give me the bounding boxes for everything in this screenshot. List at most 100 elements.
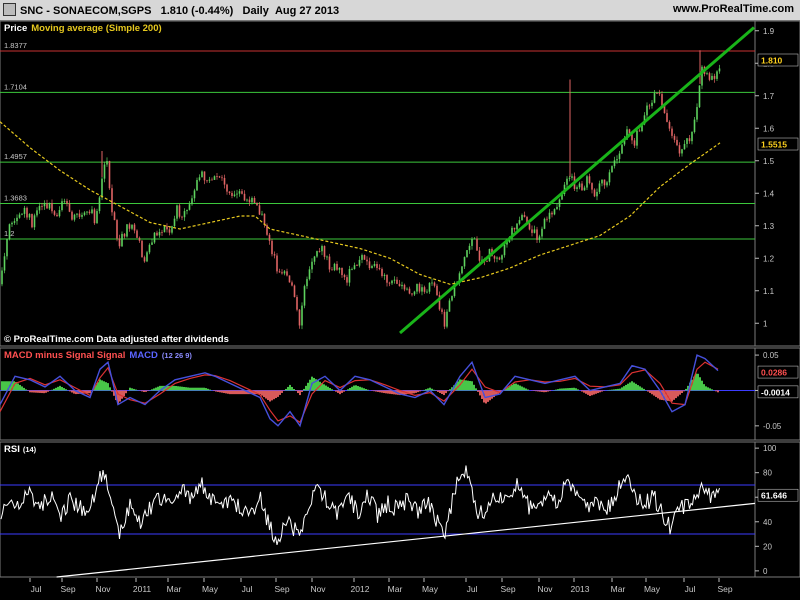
- price-candle-body: [71, 211, 73, 220]
- macd-histogram-bar: [185, 387, 187, 391]
- macd-histogram-bar: [471, 381, 473, 391]
- price-candle-body: [253, 198, 256, 203]
- macd-histogram-bar: [123, 390, 125, 396]
- macd-histogram-bar: [655, 390, 657, 397]
- price-level-label: 1.7104: [4, 82, 27, 91]
- price-candle-body: [256, 202, 258, 206]
- macd-histogram-bar: [129, 387, 131, 391]
- price-candle-body: [383, 274, 386, 276]
- price-candle-body: [546, 218, 548, 220]
- macd-histogram-bar: [233, 390, 235, 395]
- macd-histogram-bar: [237, 390, 239, 395]
- price-candle-body: [261, 213, 263, 215]
- price-candle-body: [523, 215, 526, 217]
- price-candle-body: [476, 238, 478, 251]
- macd-histogram-bar: [57, 386, 59, 391]
- price-candle-body: [83, 212, 86, 215]
- macd-histogram-bar: [585, 390, 587, 394]
- price-candle-body: [473, 238, 476, 240]
- price-candle-body: [23, 207, 26, 214]
- price-candle-body: [593, 189, 596, 197]
- x-axis-label: Sep: [274, 584, 289, 594]
- macd-histogram-bar: [625, 384, 627, 391]
- price-candle-body: [408, 288, 411, 294]
- price-candle-body: [466, 250, 468, 258]
- price-candle-body: [151, 242, 153, 245]
- price-candle-body: [168, 229, 171, 233]
- macd-histogram-bar: [197, 387, 199, 391]
- macd-panel[interactable]: 0.050-0.050.0286-0.0014MACD minus Signal…: [0, 347, 800, 441]
- macd-histogram-bar: [517, 384, 519, 391]
- macd-histogram-bar: [653, 390, 655, 396]
- price-candle-body: [503, 244, 506, 256]
- macd-histogram-bar: [349, 388, 351, 391]
- macd-histogram-bar: [425, 389, 427, 391]
- macd-histogram-bar: [385, 390, 387, 394]
- macd-histogram-bar: [1, 381, 3, 391]
- macd-histogram-bar: [275, 390, 277, 399]
- macd-histogram-bar: [615, 389, 617, 391]
- price-candle-body: [158, 232, 161, 236]
- macd-histogram-bar: [191, 387, 193, 391]
- x-axis-label: Nov: [95, 584, 111, 594]
- price-candle-body: [346, 277, 348, 283]
- price-candle-body: [333, 263, 336, 271]
- date-label: Aug 27 2013: [274, 5, 340, 17]
- price-candle-body: [121, 233, 123, 247]
- price-candle-body: [268, 234, 271, 241]
- macd-histogram-bar: [445, 390, 447, 394]
- price-candle-body: [448, 300, 451, 312]
- macd-histogram-bar: [617, 388, 619, 391]
- price-candle-body: [556, 206, 558, 210]
- price-candle-body: [281, 272, 283, 274]
- price-candle-body: [558, 199, 561, 207]
- macd-histogram-bar: [351, 386, 353, 391]
- macd-histogram-bar: [37, 390, 39, 393]
- x-axis-label: Mar: [167, 584, 182, 594]
- price-candle-body: [173, 218, 176, 227]
- price-panel[interactable]: 1.83771.71041.49571.36831.21.91.81.71.61…: [0, 21, 800, 347]
- x-axis-label: Sep: [60, 584, 75, 594]
- macd-histogram-bar: [295, 390, 297, 392]
- price-candle-body: [471, 239, 473, 246]
- macd-histogram-bar: [299, 390, 301, 396]
- price-candle-body: [311, 261, 313, 270]
- price-candle-body: [598, 183, 601, 192]
- price-candle-body: [106, 161, 108, 165]
- price-candle-body: [138, 237, 141, 241]
- macd-histogram-bar: [547, 390, 549, 392]
- price-candle-body: [108, 161, 111, 189]
- chart-window-icon[interactable]: [3, 3, 16, 16]
- price-candle-body: [246, 199, 248, 201]
- price-candle-body: [248, 199, 251, 203]
- macd-histogram-bar: [361, 387, 363, 391]
- price-candle-body: [673, 135, 676, 140]
- price-footer: © ProRealTime.com Data adjusted after di…: [4, 334, 229, 345]
- price-candle-body: [331, 269, 333, 271]
- price-candle-body: [293, 285, 296, 298]
- rsi-legend-params: (14): [23, 445, 37, 454]
- macd-histogram-bar: [575, 388, 577, 391]
- rsi-panel[interactable]: 10080604020061.646RSI(14): [0, 441, 800, 578]
- price-candle-body: [243, 193, 246, 201]
- rsi-value-tag: 61.646: [761, 491, 787, 501]
- macd-histogram-bar: [63, 388, 65, 391]
- macd-histogram-bar: [601, 390, 603, 392]
- macd-histogram-bar: [213, 390, 215, 392]
- macd-histogram-bar: [443, 390, 445, 396]
- price-candle-body: [693, 119, 696, 132]
- macd-histogram-bar: [419, 390, 421, 392]
- macd-histogram-bar: [717, 390, 719, 393]
- macd-histogram-bar: [595, 390, 597, 394]
- site-label[interactable]: www.ProRealTime.com: [673, 3, 794, 15]
- macd-histogram-bar: [715, 390, 717, 392]
- macd-histogram-bar: [537, 390, 539, 392]
- macd-histogram-bar: [313, 377, 315, 391]
- price-level-label: 1.4957: [4, 152, 27, 161]
- macd-axis-tick-label: -0.05: [763, 422, 782, 431]
- chart-area[interactable]: 1.83771.71041.49571.36831.21.91.81.71.61…: [0, 21, 800, 600]
- macd-histogram-bar: [567, 388, 569, 391]
- macd-histogram-bar: [599, 390, 601, 393]
- price-candle-body: [516, 223, 518, 230]
- header-left: SNC - SONAECOM,SGPS 1.810 (-0.44%) Daily…: [3, 3, 339, 17]
